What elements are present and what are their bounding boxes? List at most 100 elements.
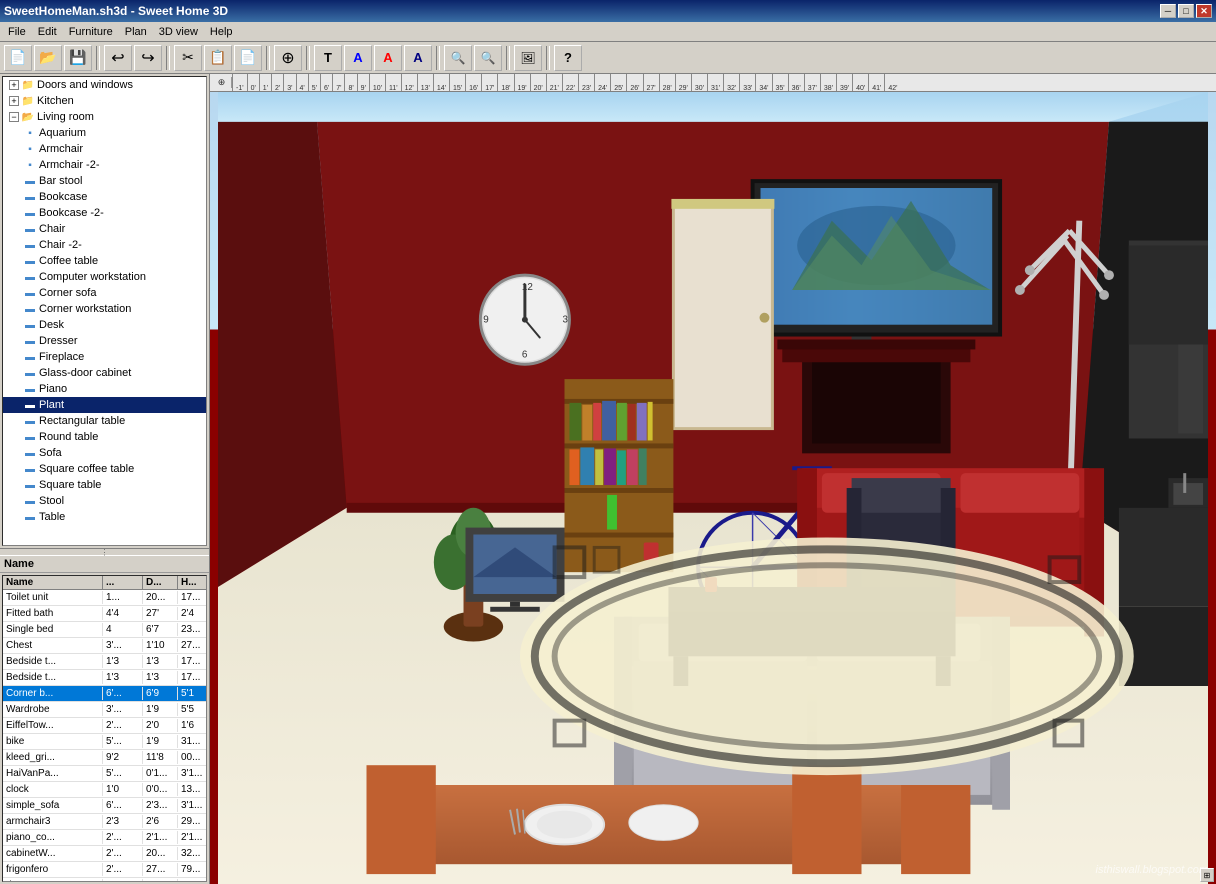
table-row[interactable]: Single bed46'723...☑ [3, 622, 206, 638]
menu-plan[interactable]: Plan [119, 24, 153, 40]
table-row[interactable]: clock1'00'0...13...☑ [3, 782, 206, 798]
toolbar-help[interactable]: ? [554, 45, 582, 71]
svg-text:12: 12 [522, 282, 533, 293]
tree-item-table[interactable]: ▬ Table [3, 509, 206, 525]
tree-item-roundtable[interactable]: ▬ Round table [3, 429, 206, 445]
tree-item-aquarium[interactable]: ▪ Aquarium [3, 125, 206, 141]
tree-category-doors[interactable]: + 📁 Doors and windows [3, 77, 206, 93]
tree-item-bookcase[interactable]: ▬ Bookcase [3, 189, 206, 205]
item-icon-squaretable: ▬ [23, 479, 37, 491]
toolbar-undo[interactable]: ↩ [104, 45, 132, 71]
tree-item-armchair[interactable]: ▪ Armchair [3, 141, 206, 157]
toolbar-text[interactable]: T [314, 45, 342, 71]
tree-item-chair[interactable]: ▬ Chair [3, 221, 206, 237]
panel-name-label: Name [0, 556, 209, 573]
table-row[interactable]: Bedside t...1'31'317...☑ [3, 670, 206, 686]
toolbar-zoom-out[interactable]: 🔍 [474, 45, 502, 71]
menu-3dview[interactable]: 3D view [153, 24, 204, 40]
table-row[interactable]: frigonfero2'...27...79...☑ [3, 862, 206, 878]
table-row[interactable]: Bedside t...1'31'317...☑ [3, 654, 206, 670]
table-row[interactable]: drawers2'62'29...☑ [3, 878, 206, 882]
tree-label-barstool: Bar stool [39, 175, 82, 187]
table-row[interactable]: armchair32'32'629...☑ [3, 814, 206, 830]
tree-label-chair2: Chair -2- [39, 239, 82, 251]
menu-furniture[interactable]: Furniture [63, 24, 119, 40]
tree-category-kitchen[interactable]: + 📁 Kitchen [3, 93, 206, 109]
cell-name: Bedside t... [3, 671, 103, 684]
menu-help[interactable]: Help [204, 24, 239, 40]
tree-item-cornersofa[interactable]: ▬ Corner sofa [3, 285, 206, 301]
tree-item-barstool[interactable]: ▬ Bar stool [3, 173, 206, 189]
toolbar-add-furniture[interactable]: ⊕ [274, 45, 302, 71]
item-icon-roundtable: ▬ [23, 431, 37, 443]
tree-item-cornerws[interactable]: ▬ Corner workstation [3, 301, 206, 317]
table-row[interactable]: Chest3'...1'1027...☑ [3, 638, 206, 654]
tree-item-armchair2[interactable]: ▪ Armchair -2- [3, 157, 206, 173]
toolbar-paste[interactable]: 📄 [234, 45, 262, 71]
cell-col2: 2'3 [103, 815, 143, 828]
tree-item-bookcase2[interactable]: ▬ Bookcase -2- [3, 205, 206, 221]
table-row[interactable]: cabinetW...2'...20...32...☑ [3, 846, 206, 862]
resize-corner-button[interactable]: ⊞ [1200, 868, 1214, 882]
menu-edit[interactable]: Edit [32, 24, 63, 40]
toolbar-arrow-both[interactable]: A [404, 45, 432, 71]
table-row[interactable]: simple_sofa6'...2'3...3'1...☑ [3, 798, 206, 814]
toolbar-sep4 [306, 46, 310, 70]
tree-item-computerws[interactable]: ▬ Computer workstation [3, 269, 206, 285]
tree-item-plant[interactable]: ▬ Plant [3, 397, 206, 413]
table-row[interactable]: Toilet unit1...20...17...☑ [3, 590, 206, 606]
tree-label-computerws: Computer workstation [39, 271, 146, 283]
tree-item-squaretable[interactable]: ▬ Square table [3, 477, 206, 493]
toolbar-camera[interactable]: 🖼 [514, 45, 542, 71]
table-row[interactable]: EiffelTow...2'...2'01'6☑ [3, 718, 206, 734]
tree-item-chair2[interactable]: ▬ Chair -2- [3, 237, 206, 253]
cell-h: 5'5 [178, 703, 207, 716]
table-row[interactable]: Wardrobe3'...1'95'5☑ [3, 702, 206, 718]
tree-item-sofa[interactable]: ▬ Sofa [3, 445, 206, 461]
3d-scene[interactable]: 12 3 6 9 [210, 92, 1216, 884]
table-row[interactable]: piano_co...2'...2'1...2'1...☑ [3, 830, 206, 846]
toolbar-copy[interactable]: 📋 [204, 45, 232, 71]
maximize-button[interactable]: □ [1178, 4, 1194, 18]
tree-item-desk[interactable]: ▬ Desk [3, 317, 206, 333]
toolbar-cut[interactable]: ✂ [174, 45, 202, 71]
furniture-table[interactable]: Name ... D... H... V... Toilet unit1...2… [2, 575, 207, 882]
table-row-selected[interactable]: Corner b...6'...6'95'1☑ [3, 686, 206, 702]
cell-col2: 5'... [103, 767, 143, 780]
minimize-button[interactable]: ─ [1160, 4, 1176, 18]
toolbar-new[interactable]: 📄 [4, 45, 32, 71]
tree-item-dresser[interactable]: ▬ Dresser [3, 333, 206, 349]
toolbar-arrow-left[interactable]: A [344, 45, 372, 71]
close-button[interactable]: ✕ [1196, 4, 1212, 18]
item-icon-squarecoffee: ▬ [23, 463, 37, 475]
expand-living[interactable]: − [9, 112, 19, 122]
toolbar-zoom-in[interactable]: 🔍 [444, 45, 472, 71]
tree-category-living[interactable]: − 📂 Living room [3, 109, 206, 125]
table-row[interactable]: Fitted bath4'427'2'4☑ [3, 606, 206, 622]
expand-doors[interactable]: + [9, 80, 19, 90]
cell-h: 2'4 [178, 607, 207, 620]
tree-item-recttable[interactable]: ▬ Rectangular table [3, 413, 206, 429]
panel-divider[interactable]: ⋮ [0, 548, 209, 556]
table-row[interactable]: bike5'...1'931...☑ [3, 734, 206, 750]
cell-d: 0'1... [143, 767, 178, 780]
table-row[interactable]: HaiVanPa...5'...0'1...3'1...☑ [3, 766, 206, 782]
cell-d: 20... [143, 847, 178, 860]
tree-view[interactable]: + 📁 Doors and windows + 📁 Kitchen − 📂 Li… [2, 76, 207, 546]
tree-item-squarecoffee[interactable]: ▬ Square coffee table [3, 461, 206, 477]
tree-item-glassdoor[interactable]: ▬ Glass-door cabinet [3, 365, 206, 381]
table-row[interactable]: kleed_gri...9'211'800...☑ [3, 750, 206, 766]
cell-name: bike [3, 735, 103, 748]
tree-item-piano[interactable]: ▬ Piano [3, 381, 206, 397]
toolbar-save[interactable]: 💾 [64, 45, 92, 71]
toolbar-open[interactable]: 📂 [34, 45, 62, 71]
tree-item-stool[interactable]: ▬ Stool [3, 493, 206, 509]
tree-item-fireplace[interactable]: ▬ Fireplace [3, 349, 206, 365]
expand-kitchen[interactable]: + [9, 96, 19, 106]
toolbar-redo[interactable]: ↪ [134, 45, 162, 71]
toolbar-arrow-right[interactable]: A [374, 45, 402, 71]
menu-file[interactable]: File [2, 24, 32, 40]
cell-d: 2' [143, 879, 178, 882]
item-icon-cornersofa: ▬ [23, 287, 37, 299]
tree-item-coffeetable[interactable]: ▬ Coffee table [3, 253, 206, 269]
